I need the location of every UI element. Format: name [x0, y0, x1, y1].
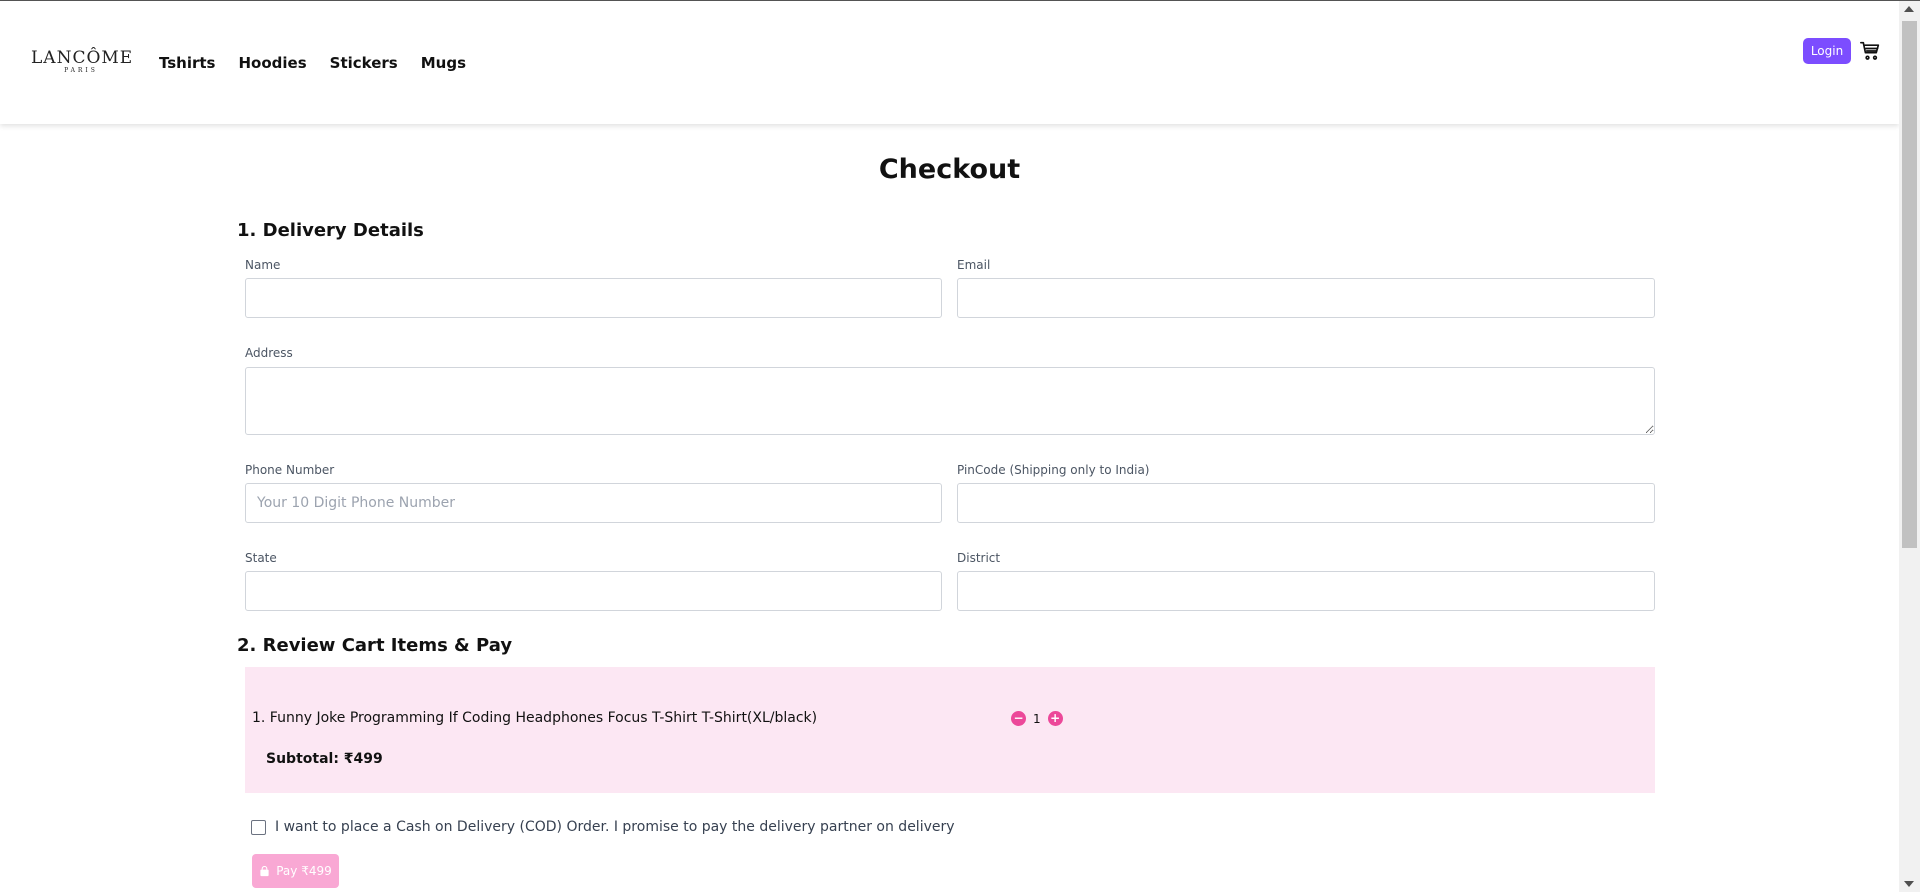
- login-button[interactable]: Login: [1803, 38, 1851, 64]
- district-label: District: [957, 551, 1001, 565]
- scroll-down-arrow-icon[interactable]: [1904, 881, 1914, 887]
- pay-button[interactable]: Pay ₹499: [252, 854, 339, 888]
- logo-wordmark: LANCÔME: [31, 48, 134, 68]
- state-input[interactable]: [245, 571, 942, 611]
- increase-quantity-icon[interactable]: +: [1047, 711, 1063, 726]
- page-title: Checkout: [878, 154, 1021, 185]
- state-label: State: [245, 551, 277, 565]
- pay-button-label: Pay ₹499: [276, 864, 332, 878]
- delivery-section-title: 1. Delivery Details: [237, 220, 424, 241]
- review-section-title: 2. Review Cart Items & Pay: [237, 635, 513, 656]
- pincode-label: PinCode (Shipping only to India): [957, 463, 1150, 477]
- pincode-input[interactable]: [957, 483, 1655, 523]
- cod-label[interactable]: I want to place a Cash on Delivery (COD)…: [275, 819, 955, 835]
- cod-option: I want to place a Cash on Delivery (COD)…: [251, 819, 955, 835]
- scroll-up-arrow-icon[interactable]: [1904, 6, 1914, 12]
- cart-subtotal: Subtotal: ₹499: [266, 751, 383, 767]
- shopping-cart-icon[interactable]: [1860, 41, 1880, 61]
- shopping-bag-icon: [260, 865, 269, 876]
- quantity-value: 1: [1033, 711, 1041, 726]
- nav-item-stickers[interactable]: Stickers: [330, 54, 398, 72]
- logo-subtitle: PARIS: [64, 67, 98, 74]
- phone-input[interactable]: [245, 483, 942, 523]
- name-input[interactable]: [245, 278, 942, 318]
- cart-item-name: 1. Funny Joke Programming If Coding Head…: [252, 710, 818, 726]
- name-label: Name: [245, 258, 281, 272]
- decrease-quantity-icon[interactable]: −: [1011, 711, 1026, 726]
- cart-summary: 1. Funny Joke Programming If Coding Head…: [245, 667, 1655, 793]
- scrollbar-thumb[interactable]: [1902, 21, 1917, 548]
- vertical-scrollbar[interactable]: [1899, 1, 1920, 892]
- phone-label: Phone Number: [245, 463, 335, 477]
- email-label: Email: [957, 258, 991, 272]
- cod-checkbox[interactable]: [251, 819, 266, 835]
- address-label: Address: [245, 346, 293, 360]
- nav-item-hoodies[interactable]: Hoodies: [238, 54, 306, 72]
- site-header: LANCÔME PARIS Tshirts Hoodies Stickers M…: [0, 1, 1899, 124]
- nav-item-mugs[interactable]: Mugs: [421, 54, 466, 72]
- quantity-stepper: − 1 +: [1011, 711, 1063, 726]
- brand-logo[interactable]: LANCÔME PARIS: [31, 48, 134, 75]
- email-input[interactable]: [957, 278, 1655, 318]
- main-nav: Tshirts Hoodies Stickers Mugs: [159, 54, 466, 72]
- nav-item-tshirts[interactable]: Tshirts: [159, 54, 215, 72]
- address-textarea[interactable]: [245, 367, 1655, 435]
- district-input[interactable]: [957, 571, 1655, 611]
